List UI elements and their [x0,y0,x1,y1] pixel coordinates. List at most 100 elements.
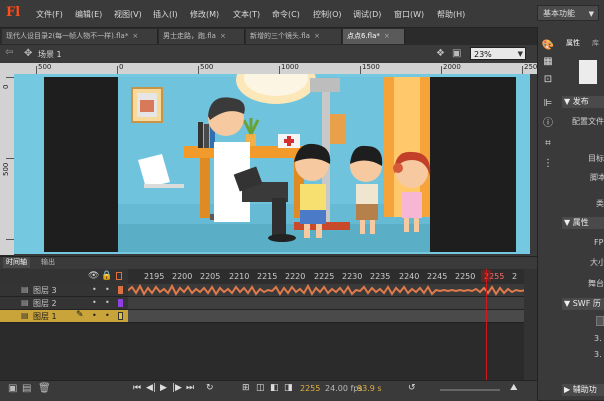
tab-timeline[interactable]: 时间轴 [3,257,30,268]
undo-icon[interactable]: ↺ [408,383,416,393]
stage-vertical-scrollbar[interactable] [530,74,537,254]
loop-icon[interactable]: ↻ [206,383,214,393]
tab-doc-2[interactable]: 男士走路，跑.fla × [159,29,245,44]
fps-label: FP [594,238,604,247]
folder-icon: ▤ [21,285,29,294]
section-publish[interactable]: ▼ 发布 [562,96,604,108]
section-properties[interactable]: ▼ 属性 [562,217,604,229]
eye-icon[interactable]: 👁 [88,271,99,281]
last-frame-icon[interactable]: ⏭ [186,383,194,393]
menu-text[interactable]: 文本(T) [233,9,260,20]
section-label: 辅助功 [572,385,597,394]
code-snippets-icon[interactable]: ⋮ [541,158,555,170]
first-frame-icon[interactable]: ⏮ [133,383,141,393]
frame-number: 2235 [370,272,391,281]
menu-commands[interactable]: 命令(C) [272,9,300,20]
play-icon[interactable]: ▶ [160,383,167,393]
visibility-dot[interactable]: • [92,298,97,307]
align-icon[interactable]: ⊫ [541,98,555,110]
close-icon[interactable]: × [220,32,226,40]
mountain-icon[interactable]: ⛰ [510,383,518,393]
menu-debug[interactable]: 调试(D) [353,9,381,20]
layer-color-swatch[interactable] [118,299,123,307]
tab-doc-3[interactable]: 新增的三个镜头.fla × [246,29,342,44]
new-layer-icon[interactable]: ▣ [8,383,17,394]
edit-scene-icon[interactable]: ▣ [452,48,461,59]
menu-help[interactable]: 帮助(H) [437,9,465,20]
lock-dot[interactable]: • [105,311,110,320]
frame-number: 2210 [229,272,250,281]
layer-name[interactable]: 图层 3 [33,285,57,296]
tab-label: 现代人设目录2(每一帧人物不一样).fla* [6,32,129,40]
lock-dot[interactable]: • [105,285,110,294]
edit-multiple-icon[interactable]: ◨ [284,383,293,393]
onion-skin-icon[interactable]: ◫ [256,383,265,393]
layer-row-selected[interactable]: ▤ 图层 1 ✎ • • [0,310,128,323]
section-accessibility[interactable]: ▶ 辅助功 [562,384,604,396]
menu-file[interactable]: 文件(F) [36,9,63,20]
color-palette-icon[interactable]: 🎨 [541,40,555,52]
visibility-dot[interactable]: • [92,285,97,294]
menu-modify[interactable]: 修改(M) [190,9,219,20]
tab-doc-4[interactable]: 点点6.fla* × [343,29,405,44]
tab-doc-1[interactable]: 现代人设目录2(每一帧人物不一样).fla* × [2,29,158,44]
swf-history-button[interactable] [596,316,604,326]
tab-properties[interactable]: 属性 [566,38,580,48]
section-swf-history[interactable]: ▼ SWF 历 [562,298,604,310]
lock-dot[interactable]: • [105,298,110,307]
transform-icon[interactable]: ⊡ [541,74,555,86]
layer-color-swatch[interactable] [118,286,123,294]
edit-symbol-icon[interactable]: ❖ [436,48,445,59]
menu-window[interactable]: 窗口(W) [394,9,424,20]
layer-color-swatch[interactable] [118,312,123,320]
outline-icon[interactable] [116,272,122,280]
scene-label[interactable]: 场景 1 [38,49,62,60]
elapsed-time[interactable]: 93.9 s [357,384,382,393]
timeline-header [0,256,537,269]
onion-outline-icon[interactable]: ◧ [270,383,279,393]
playhead[interactable] [486,269,487,380]
lock-icon[interactable]: 🔒 [101,271,112,281]
frame-number: 2230 [342,272,363,281]
transform-panel-icon[interactable]: ⌗ [541,138,555,150]
pencil-icon[interactable]: ✎ [76,310,84,320]
close-icon[interactable]: × [384,32,390,40]
back-arrow-icon[interactable]: ⇦ [5,47,13,58]
layer-name[interactable]: 图层 1 [33,311,57,322]
timeline-vertical-scrollbar[interactable] [524,269,537,380]
center-frame-icon[interactable]: ⊞ [242,383,250,393]
profile-label: 配置文件 [572,117,604,126]
layer-row[interactable]: ▤ 图层 3 • • [0,284,128,297]
menu-insert[interactable]: 插入(I) [153,9,178,20]
visibility-dot[interactable]: • [92,311,97,320]
menu-control[interactable]: 控制(O) [313,9,342,20]
stage-canvas[interactable] [14,74,530,254]
folder-icon: ▤ [21,298,29,307]
tab-label: 男士走路，跑.fla [163,32,216,40]
tab-library[interactable]: 库 [592,38,599,48]
library-icon[interactable]: ▦ [541,56,555,68]
close-icon[interactable]: × [314,32,320,40]
stage-label: 舞台 [588,279,604,288]
info-icon[interactable]: ⓘ [541,118,555,130]
script-label: 脚本 [590,173,604,182]
tab-output[interactable]: 输出 [38,257,58,268]
new-folder-icon[interactable]: ▤ [22,383,31,394]
layer-frames-audio[interactable] [128,284,524,297]
class-label: 类 [596,199,604,208]
timeline-empty-area [0,324,524,380]
current-frame[interactable]: 2255 [300,384,320,393]
layer-frames[interactable] [128,297,524,310]
delete-icon[interactable]: 🗑 [38,383,51,394]
close-icon[interactable]: × [132,32,138,40]
step-back-icon[interactable]: ◀| [146,383,156,393]
timeline-zoom-slider[interactable] [440,389,500,391]
layer-row[interactable]: ▤ 图层 2 • • [0,297,128,310]
layer-frames-selected[interactable] [128,310,524,323]
step-forward-icon[interactable]: |▶ [172,383,182,393]
layer-name[interactable]: 图层 2 [33,298,57,309]
menu-edit[interactable]: 编辑(E) [75,9,102,20]
menu-view[interactable]: 视图(V) [114,9,142,20]
workspace-switcher[interactable]: 基本功能 ▼ [537,5,599,21]
zoom-select[interactable]: 23% ▼ [470,47,526,60]
